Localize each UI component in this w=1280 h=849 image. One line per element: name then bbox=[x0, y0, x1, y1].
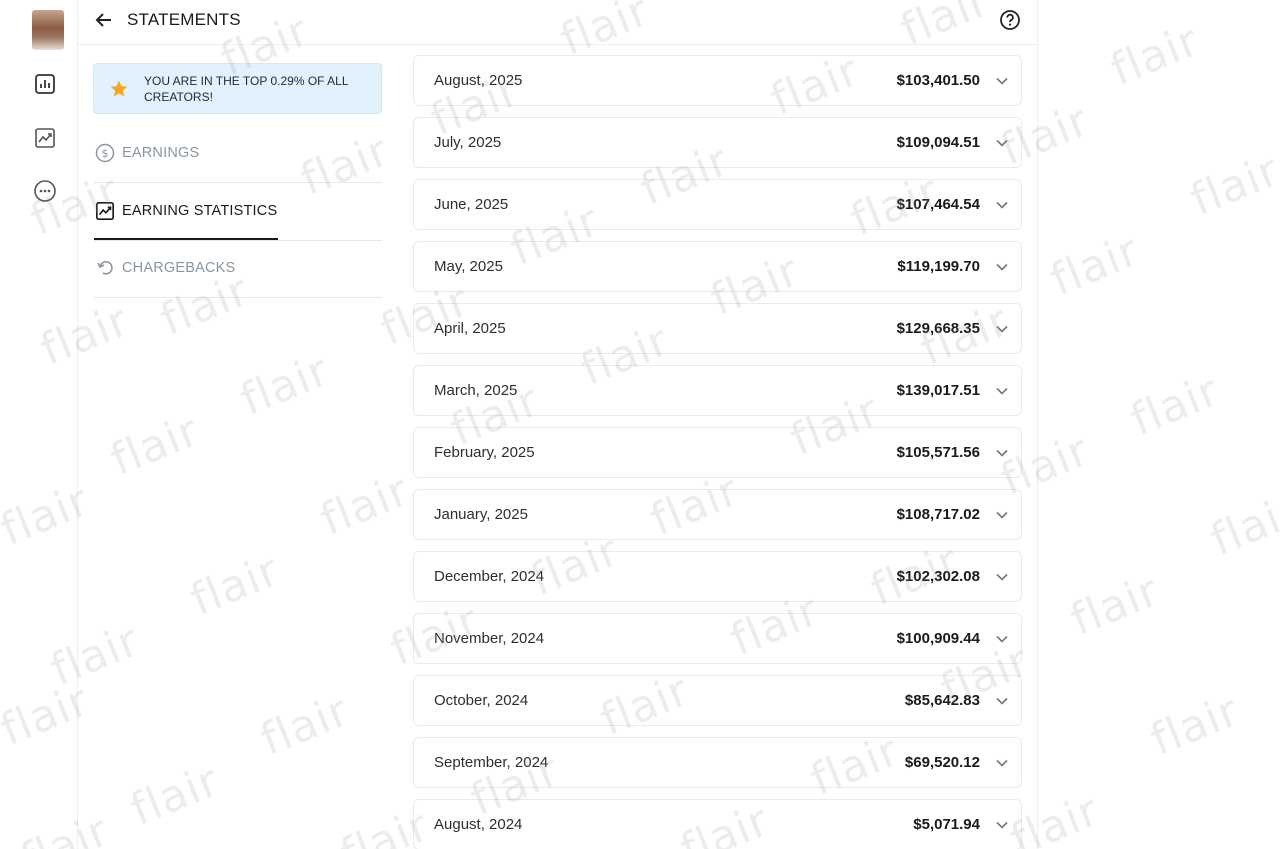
chevron-down-icon[interactable] bbox=[993, 816, 1011, 834]
banner-text: YOU ARE IN THE TOP 0.29% OF ALL CREATORS… bbox=[144, 73, 349, 104]
statement-row[interactable]: October, 2024 $85,642.83 bbox=[413, 675, 1022, 726]
page-header: STATEMENTS bbox=[78, 0, 1038, 45]
statement-month: April, 2025 bbox=[434, 320, 506, 337]
watermark-text: flair bbox=[313, 464, 417, 547]
menu-divider bbox=[94, 182, 382, 183]
chevron-down-icon[interactable] bbox=[993, 72, 1011, 90]
trend-chart-icon[interactable] bbox=[32, 125, 58, 151]
chevron-down-icon[interactable] bbox=[993, 382, 1011, 400]
watermark-text: flair bbox=[1043, 224, 1147, 307]
statement-month: March, 2025 bbox=[434, 382, 518, 399]
chevron-down-icon[interactable] bbox=[993, 692, 1011, 710]
watermark-text: flair bbox=[1123, 364, 1227, 447]
watermark-text: flair bbox=[103, 404, 207, 487]
chevron-down-icon[interactable] bbox=[993, 754, 1011, 772]
left-rail bbox=[0, 0, 78, 849]
chevron-down-icon[interactable] bbox=[993, 506, 1011, 524]
menu-label-earnings: EARNINGS bbox=[122, 145, 200, 161]
svg-text:$: $ bbox=[102, 147, 109, 160]
watermark-text: flair bbox=[1143, 684, 1247, 767]
statement-amount: $105,571.56 bbox=[896, 444, 980, 461]
statement-row[interactable]: July, 2025 $109,094.51 bbox=[413, 117, 1022, 168]
statement-month: July, 2025 bbox=[434, 134, 502, 151]
statement-row[interactable]: June, 2025 $107,464.54 bbox=[413, 179, 1022, 230]
top-creator-banner: YOU ARE IN THE TOP 0.29% OF ALL CREATORS… bbox=[93, 63, 382, 114]
avatar[interactable] bbox=[32, 10, 64, 50]
statement-month: October, 2024 bbox=[434, 692, 529, 709]
statement-month: December, 2024 bbox=[434, 568, 545, 585]
watermark-text: flair bbox=[123, 754, 227, 837]
statement-amount: $69,520.12 bbox=[904, 754, 980, 771]
statement-amount: $108,717.02 bbox=[896, 506, 980, 523]
statement-row[interactable]: February, 2025 $105,571.56 bbox=[413, 427, 1022, 478]
statements-list: August, 2025 $103,401.50 July, 2025 $109,09… bbox=[413, 55, 1022, 849]
statement-amount: $100,909.44 bbox=[896, 630, 980, 647]
statement-row[interactable]: September, 2024 $69,520.12 bbox=[413, 737, 1022, 788]
more-icon[interactable] bbox=[32, 178, 58, 204]
menu-label-chargebacks: CHARGEBACKS bbox=[122, 260, 236, 276]
statement-amount: $85,642.83 bbox=[904, 692, 980, 709]
watermark-text: flair bbox=[1203, 484, 1280, 567]
statement-row[interactable]: May, 2025 $119,199.70 bbox=[413, 241, 1022, 292]
watermark-text: flair bbox=[183, 544, 287, 627]
statement-row[interactable]: April, 2025 $129,668.35 bbox=[413, 303, 1022, 354]
statistics-icon[interactable] bbox=[32, 71, 58, 97]
menu-item-earning-statistics[interactable]: EARNING STATISTICS bbox=[94, 191, 382, 231]
statement-month: June, 2025 bbox=[434, 196, 509, 213]
statement-month: August, 2024 bbox=[434, 816, 523, 833]
statement-row[interactable]: August, 2025 $103,401.50 bbox=[413, 55, 1022, 106]
chevron-down-icon[interactable] bbox=[993, 444, 1011, 462]
statement-row[interactable]: December, 2024 $102,302.08 bbox=[413, 551, 1022, 602]
chevron-down-icon[interactable] bbox=[993, 258, 1011, 276]
menu-item-chargebacks[interactable]: CHARGEBACKS bbox=[94, 248, 382, 288]
watermark-text: flair bbox=[1183, 144, 1280, 227]
statement-row[interactable]: November, 2024 $100,909.44 bbox=[413, 613, 1022, 664]
statement-month: May, 2025 bbox=[434, 258, 503, 275]
chevron-down-icon[interactable] bbox=[993, 630, 1011, 648]
back-arrow-icon[interactable] bbox=[92, 8, 116, 32]
watermark-text: flair bbox=[1063, 564, 1167, 647]
statement-month: September, 2024 bbox=[434, 754, 549, 771]
statement-month: February, 2025 bbox=[434, 444, 535, 461]
dollar-circle-icon: $ bbox=[94, 142, 116, 164]
menu-label-earning-statistics: EARNING STATISTICS bbox=[122, 203, 278, 219]
chevron-down-icon[interactable] bbox=[993, 134, 1011, 152]
statement-amount: $102,302.08 bbox=[896, 568, 980, 585]
chevron-down-icon[interactable] bbox=[993, 568, 1011, 586]
page-title: STATEMENTS bbox=[127, 10, 241, 29]
statement-amount: $103,401.50 bbox=[896, 72, 980, 89]
watermark-text: flair bbox=[233, 344, 337, 427]
help-icon[interactable] bbox=[997, 7, 1023, 33]
statement-row[interactable]: January, 2025 $108,717.02 bbox=[413, 489, 1022, 540]
trend-chart-icon bbox=[94, 200, 116, 222]
chevron-down-icon[interactable] bbox=[993, 196, 1011, 214]
star-icon bbox=[108, 78, 130, 100]
watermark-text: flair bbox=[253, 684, 357, 767]
statement-amount: $119,199.70 bbox=[897, 258, 980, 275]
watermark-text: flair bbox=[1103, 14, 1207, 97]
undo-arrow-icon bbox=[94, 257, 116, 279]
menu-divider bbox=[94, 297, 382, 298]
statement-amount: $107,464.54 bbox=[896, 196, 980, 213]
statement-amount: $5,071.94 bbox=[913, 816, 980, 833]
statement-row[interactable]: March, 2025 $139,017.51 bbox=[413, 365, 1022, 416]
statement-month: November, 2024 bbox=[434, 630, 545, 647]
menu-item-earnings[interactable]: $ EARNINGS bbox=[94, 133, 382, 173]
menu-divider bbox=[94, 240, 382, 241]
statement-month: January, 2025 bbox=[434, 506, 528, 523]
statement-amount: $109,094.51 bbox=[896, 134, 980, 151]
statement-month: August, 2025 bbox=[434, 72, 523, 89]
chevron-down-icon[interactable] bbox=[993, 320, 1011, 338]
statement-row[interactable]: August, 2024 $5,071.94 bbox=[413, 799, 1022, 849]
statement-amount: $129,668.35 bbox=[896, 320, 980, 337]
statement-amount: $139,017.51 bbox=[896, 382, 980, 399]
content-border bbox=[1037, 0, 1038, 849]
